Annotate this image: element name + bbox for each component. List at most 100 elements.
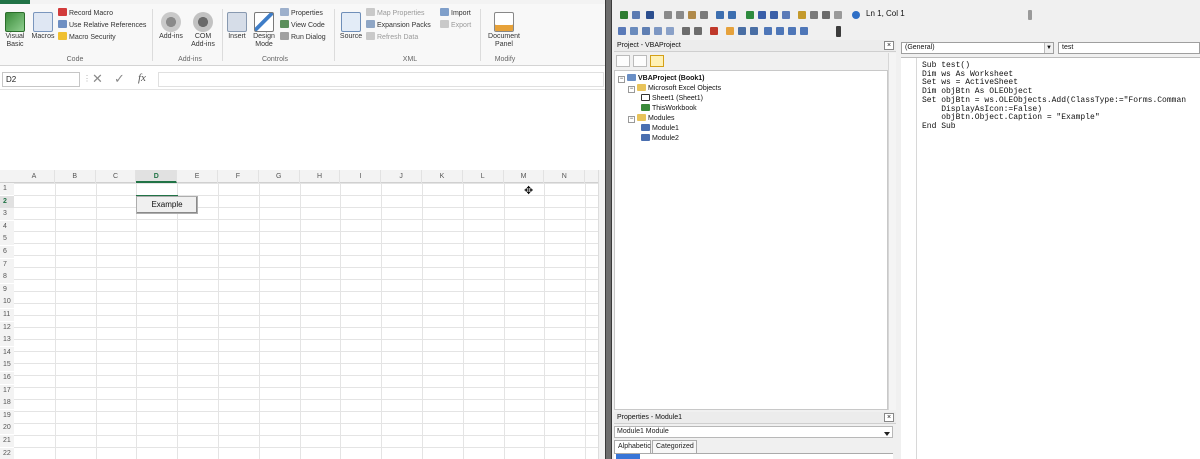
column-header-k[interactable]: K	[422, 170, 463, 183]
row-header-5[interactable]: 5	[0, 233, 14, 246]
row-header-7[interactable]: 7	[0, 258, 14, 271]
complete-word-icon[interactable]	[666, 27, 674, 35]
paste-icon[interactable]	[688, 11, 696, 19]
tab-categorized[interactable]: Categorized	[652, 440, 697, 453]
bookmark-icon[interactable]	[764, 27, 772, 35]
code-text[interactable]: Sub test() Dim ws As Worksheet Set ws = Ac…	[922, 61, 1186, 132]
object-dropdown[interactable]: (General) ▼	[901, 42, 1054, 54]
add-ins-button[interactable]: Add-ins	[157, 12, 185, 41]
column-header-l[interactable]: L	[463, 170, 504, 183]
design-mode-button[interactable]: Design Mode	[251, 12, 277, 49]
name-box[interactable]: D2	[2, 72, 80, 87]
comment-block-icon[interactable]	[738, 27, 746, 35]
collapse-icon[interactable]: −	[628, 86, 635, 93]
row-header-16[interactable]: 16	[0, 372, 14, 384]
procedure-dropdown[interactable]: test	[1058, 42, 1200, 54]
undo-icon[interactable]	[716, 11, 724, 19]
properties-window-icon[interactable]	[810, 11, 818, 19]
enter-icon[interactable]: ✓	[114, 71, 125, 87]
hand-icon[interactable]	[726, 27, 734, 35]
tree-node-module2[interactable]: Module2	[641, 134, 679, 144]
row-header-6[interactable]: 6	[0, 246, 14, 258]
row-header-2[interactable]: 2	[0, 195, 14, 208]
column-header-h[interactable]: H	[300, 170, 341, 183]
row-header-3[interactable]: 3	[0, 208, 14, 221]
outdent-icon[interactable]	[694, 27, 702, 35]
row-header-22[interactable]: 22	[0, 447, 14, 459]
quick-info-icon[interactable]	[642, 27, 650, 35]
cancel-icon[interactable]: ✕	[92, 71, 103, 87]
column-header-i[interactable]: I	[340, 170, 382, 183]
row-header-17[interactable]: 17	[0, 384, 14, 397]
expansion-packs-button[interactable]: Expansion Packs	[366, 20, 431, 31]
column-header-a[interactable]: A	[14, 170, 55, 183]
collapse-icon[interactable]: −	[628, 116, 635, 123]
run-icon[interactable]	[746, 11, 754, 19]
row-header-19[interactable]: 19	[0, 409, 14, 422]
view-object-icon[interactable]	[633, 55, 647, 67]
refresh-data-button[interactable]: Refresh Data	[366, 32, 418, 43]
row-header-10[interactable]: 10	[0, 296, 14, 309]
parameter-info-icon[interactable]	[654, 27, 662, 35]
tree-node-sheet1[interactable]: Sheet1 (Sheet1)	[641, 94, 703, 104]
column-header-m[interactable]: M	[504, 170, 545, 183]
previous-bookmark-icon[interactable]	[788, 27, 796, 35]
list-constants-icon[interactable]	[630, 27, 638, 35]
project-tree[interactable]: − VBAProject (Book1) − Microsoft Excel Obj…	[614, 70, 888, 410]
tab-alphabetic[interactable]: Alphabetic	[614, 440, 651, 453]
collapse-icon[interactable]: −	[618, 76, 625, 83]
row-header-1[interactable]: 1	[0, 183, 14, 195]
column-header-j[interactable]: J	[381, 170, 422, 183]
close-icon[interactable]: ×	[884, 41, 894, 50]
close-icon[interactable]: ×	[884, 413, 894, 422]
worksheet-grid[interactable]: ABCDEFGHIJKLMN 1 2 3 4 5 6 7 8 9 10 11 12 13 14 15 16 17…	[0, 170, 598, 459]
column-header-n[interactable]: N	[544, 170, 586, 183]
properties-grid[interactable]	[614, 453, 893, 459]
save-icon[interactable]	[646, 11, 654, 19]
project-explorer-icon[interactable]	[798, 11, 806, 19]
tree-node-module1[interactable]: Module1	[641, 124, 679, 134]
selected-property[interactable]	[616, 454, 640, 459]
row-header-12[interactable]: 12	[0, 321, 14, 334]
help-icon[interactable]	[852, 11, 860, 19]
toolbar-overflow-icon[interactable]	[836, 26, 841, 37]
row-header-9[interactable]: 9	[0, 283, 14, 296]
toolbox-icon[interactable]	[834, 11, 842, 19]
toggle-folders-icon[interactable]	[650, 55, 664, 67]
project-pane-scrollbar[interactable]	[888, 53, 896, 410]
row-header-21[interactable]: 21	[0, 435, 14, 447]
view-code-button[interactable]: View Code	[280, 20, 325, 31]
export-button[interactable]: Export	[440, 20, 471, 31]
code-editor[interactable]: Sub test() Dim ws As Worksheet Set ws = Ac…	[901, 57, 1200, 459]
import-button[interactable]: Import	[440, 8, 471, 19]
uncomment-block-icon[interactable]	[750, 27, 758, 35]
tree-node-project[interactable]: − VBAProject (Book1)	[618, 74, 705, 84]
row-header-14[interactable]: 14	[0, 346, 14, 359]
row-header-11[interactable]: 11	[0, 309, 14, 321]
clear-bookmarks-icon[interactable]	[800, 27, 808, 35]
code-line[interactable]: End Sub	[922, 122, 1186, 132]
row-header-8[interactable]: 8	[0, 271, 14, 284]
code-margin[interactable]	[901, 58, 917, 459]
source-button[interactable]: Source	[337, 12, 365, 41]
macros-button[interactable]: Macros	[30, 12, 56, 41]
row-header-4[interactable]: 4	[0, 220, 14, 233]
column-header-c[interactable]: C	[96, 170, 137, 183]
column-header-e[interactable]: E	[177, 170, 218, 183]
cut-icon[interactable]	[664, 11, 672, 19]
row-header-18[interactable]: 18	[0, 397, 14, 410]
column-header-b[interactable]: B	[55, 170, 96, 183]
properties-button[interactable]: Properties	[280, 8, 323, 19]
column-header-f[interactable]: F	[218, 170, 259, 183]
tree-node-thisworkbook[interactable]: ThisWorkbook	[641, 104, 697, 114]
reset-icon[interactable]	[770, 11, 778, 19]
com-add-ins-button[interactable]: COM Add-ins	[188, 12, 218, 49]
find-icon[interactable]	[700, 11, 708, 19]
example-activex-button[interactable]: Example	[136, 196, 198, 214]
toggle-breakpoint-icon[interactable]	[710, 27, 718, 35]
object-browser-icon[interactable]	[822, 11, 830, 19]
record-macro-button[interactable]: Record Macro	[58, 8, 113, 19]
toolbar-grip-icon[interactable]	[1028, 10, 1032, 20]
column-header-d[interactable]: D	[136, 170, 178, 183]
document-panel-button[interactable]: Document Panel	[484, 12, 524, 49]
